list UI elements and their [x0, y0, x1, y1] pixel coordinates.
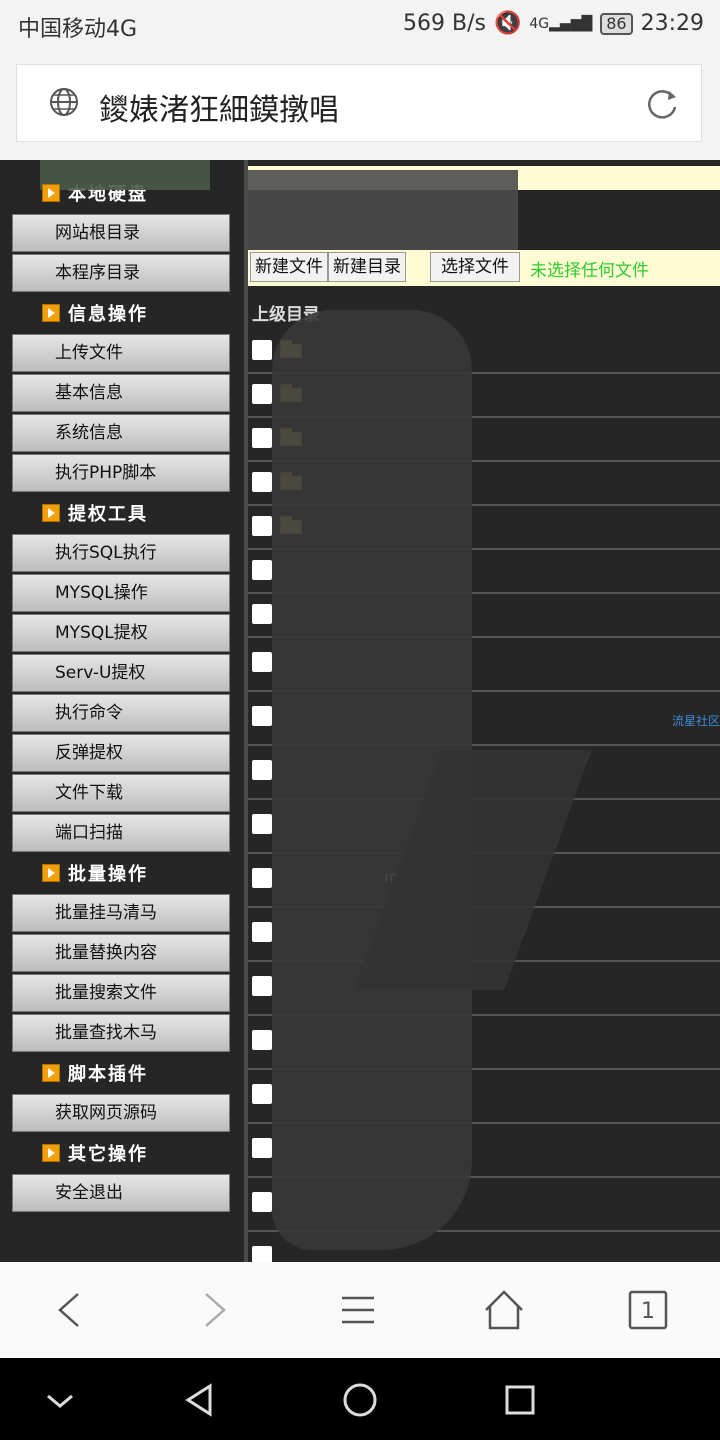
new-dir-button[interactable]: 新建目录 — [328, 252, 406, 282]
file-toolbar: 新建文件 新建目录 选择文件 未选择任何文件 — [248, 250, 720, 286]
arrow-icon — [42, 864, 60, 882]
network-type: 4G — [529, 15, 550, 32]
section-batch-ops: 批量操作 — [0, 854, 244, 892]
globe-icon — [50, 88, 78, 116]
forward-icon[interactable] — [190, 1286, 238, 1334]
menu-safe-exit[interactable]: 安全退出 — [12, 1174, 230, 1212]
row-checkbox[interactable] — [252, 706, 272, 726]
arrow-icon — [42, 1144, 60, 1162]
row-checkbox[interactable] — [252, 922, 272, 942]
section-title: 批量操作 — [68, 864, 148, 885]
menu-system-info[interactable]: 系统信息 — [12, 414, 230, 452]
row-checkbox[interactable] — [252, 976, 272, 996]
row-checkbox[interactable] — [252, 560, 272, 580]
address-bar[interactable]: 鑁婊渚狂細鏌撴唱 — [16, 64, 702, 142]
section-other-ops: 其它操作 — [0, 1134, 244, 1172]
menu-batch-replace[interactable]: 批量替换内容 — [12, 934, 230, 972]
menu-batch-find-trojan[interactable]: 批量查找木马 — [12, 1014, 230, 1052]
menu-file-download[interactable]: 文件下载 — [12, 774, 230, 812]
section-title: 信息操作 — [68, 304, 148, 325]
row-checkbox[interactable] — [252, 428, 272, 448]
menu-get-source[interactable]: 获取网页源码 — [12, 1094, 230, 1132]
page-title: 鑁婊渚狂細鏌撴唱 — [99, 93, 339, 128]
menu-basic-info[interactable]: 基本信息 — [12, 374, 230, 412]
choose-file-button[interactable]: 选择文件 — [430, 252, 520, 282]
menu-mysql-ops[interactable]: MYSQL操作 — [12, 574, 230, 612]
no-file-label: 未选择任何文件 — [530, 261, 649, 281]
menu-port-scan[interactable]: 端口扫描 — [12, 814, 230, 852]
svg-text:1: 1 — [641, 1299, 655, 1324]
row-checkbox[interactable] — [252, 384, 272, 404]
arrow-icon — [42, 304, 60, 322]
carrier-label: 中国移动4G — [18, 17, 138, 42]
section-info-ops: 信息操作 — [0, 294, 244, 332]
menu-site-root[interactable]: 网站根目录 — [12, 214, 230, 252]
row-checkbox[interactable] — [252, 1030, 272, 1050]
system-nav-bar — [0, 1358, 720, 1440]
menu-program-dir[interactable]: 本程序目录 — [12, 254, 230, 292]
menu-mysql-escalate[interactable]: MYSQL提权 — [12, 614, 230, 652]
row-checkbox[interactable] — [252, 604, 272, 624]
menu-run-command[interactable]: 执行命令 — [12, 694, 230, 732]
row-checkbox[interactable] — [252, 760, 272, 780]
row-checkbox[interactable] — [252, 340, 272, 360]
row-checkbox[interactable] — [252, 1138, 272, 1158]
arrow-icon — [42, 504, 60, 522]
section-script-plugins: 脚本插件 — [0, 1054, 244, 1092]
battery-icon: 86 — [600, 12, 633, 35]
recents-icon[interactable] — [500, 1380, 540, 1420]
menu-icon[interactable] — [334, 1286, 382, 1334]
home-icon[interactable] — [480, 1286, 528, 1334]
menu-reverse-shell[interactable]: 反弹提权 — [12, 734, 230, 772]
sidebar-top-blur — [0, 160, 244, 190]
collapse-icon[interactable] — [40, 1380, 80, 1420]
status-bar: 中国移动4G 569 B/s 🔇 4G▂▄▆█ 86 23:29 — [0, 0, 720, 50]
status-right: 569 B/s 🔇 4G▂▄▆█ 86 23:29 — [403, 11, 704, 36]
browser-bottom-nav: 1 — [0, 1262, 720, 1358]
back-icon[interactable] — [46, 1286, 94, 1334]
arrow-icon — [42, 184, 60, 202]
arrow-icon — [42, 1064, 60, 1082]
row-checkbox[interactable] — [252, 814, 272, 834]
section-escalation-tools: 提权工具 — [0, 494, 244, 532]
network-speed: 569 B/s — [403, 11, 486, 36]
menu-upload-file[interactable]: 上传文件 — [12, 334, 230, 372]
section-title: 提权工具 — [68, 504, 148, 525]
blurred-region — [40, 160, 210, 190]
side-label[interactable]: 流星社区 — [672, 712, 720, 729]
menu-batch-search[interactable]: 批量搜索文件 — [12, 974, 230, 1012]
menu-batch-trojan[interactable]: 批量挂马清马 — [12, 894, 230, 932]
row-checkbox[interactable] — [252, 868, 272, 888]
reload-icon[interactable] — [643, 85, 681, 123]
clock: 23:29 — [640, 11, 704, 36]
mute-icon: 🔇 — [493, 11, 522, 36]
system-back-icon[interactable] — [180, 1380, 220, 1420]
menu-servu-escalate[interactable]: Serv-U提权 — [12, 654, 230, 692]
file-manager: 新建文件 新建目录 选择文件 未选择任何文件 上级目录 mple 流星社区 — [248, 160, 720, 1262]
menu-run-php[interactable]: 执行PHP脚本 — [12, 454, 230, 492]
row-checkbox[interactable] — [252, 516, 272, 536]
tabs-icon[interactable]: 1 — [624, 1286, 672, 1334]
section-title: 其它操作 — [68, 1144, 148, 1165]
signal-icon: 4G▂▄▆█ — [529, 15, 593, 32]
blurred-region — [248, 170, 518, 260]
sidebar-menu: 本地硬盘 网站根目录 本程序目录 信息操作 上传文件 基本信息 系统信息 执行P… — [0, 160, 248, 1262]
row-checkbox[interactable] — [252, 1192, 272, 1212]
section-title: 脚本插件 — [68, 1064, 148, 1085]
menu-run-sql[interactable]: 执行SQL执行 — [12, 534, 230, 572]
row-checkbox[interactable] — [252, 472, 272, 492]
row-checkbox[interactable] — [252, 652, 272, 672]
browser-toolbar: 鑁婊渚狂細鏌撴唱 — [0, 50, 720, 160]
row-checkbox[interactable] — [252, 1084, 272, 1104]
row-checkbox[interactable] — [252, 1246, 272, 1262]
new-file-button[interactable]: 新建文件 — [250, 252, 328, 282]
system-home-icon[interactable] — [340, 1380, 380, 1420]
